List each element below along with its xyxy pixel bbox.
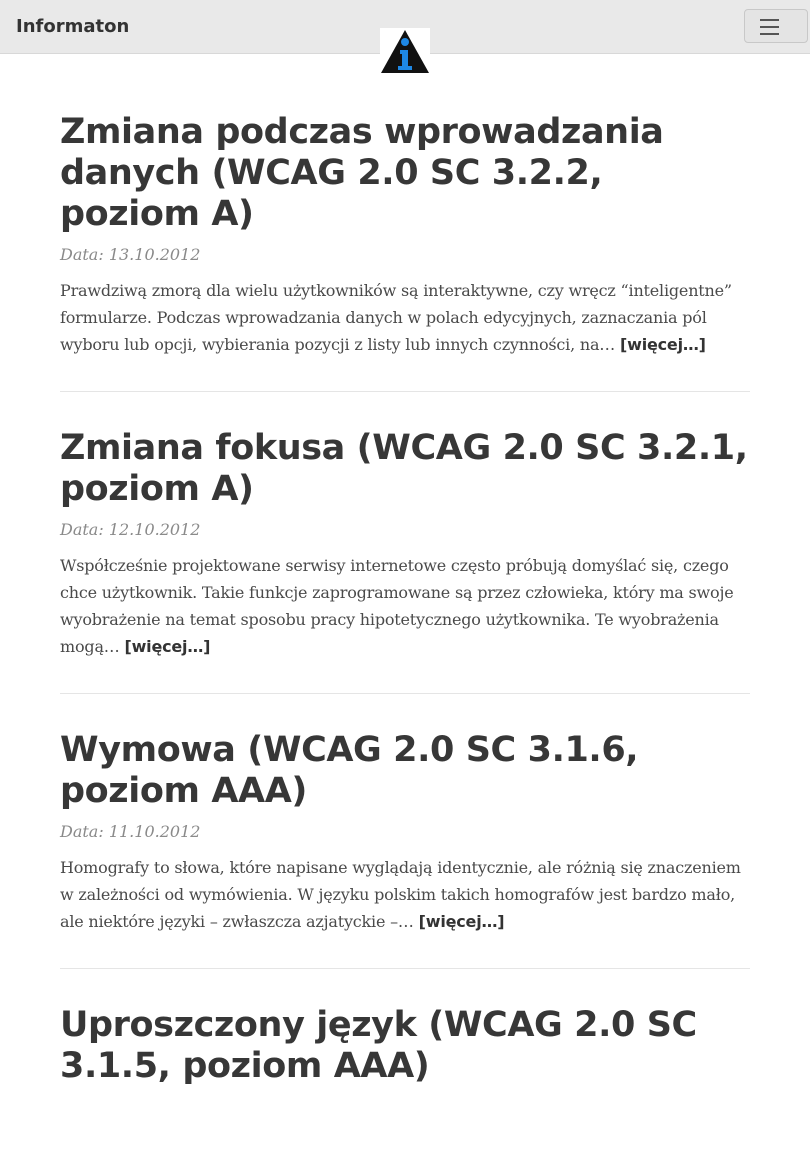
post-date: Data: 11.10.2012 [60, 822, 201, 841]
post-item: Uproszczony język (WCAG 2.0 SC 3.1.5, po… [60, 1005, 750, 1120]
post-excerpt-text: Homografy to słowa, które napisane wyglą… [60, 858, 741, 931]
post-excerpt: Współcześnie projektowane serwisy intern… [60, 552, 750, 660]
top-navbar: Informaton [0, 0, 810, 74]
post-item: Zmiana podczas wprowadzania danych (WCAG… [60, 112, 750, 392]
post-item: Zmiana fokusa (WCAG 2.0 SC 3.2.1, poziom… [60, 428, 750, 694]
hamburger-menu-button[interactable] [744, 9, 808, 43]
hamburger-bar [760, 33, 779, 35]
site-brand-link[interactable]: Informaton [16, 16, 129, 37]
post-title[interactable]: Zmiana fokusa (WCAG 2.0 SC 3.2.1, poziom… [60, 428, 750, 510]
post-date: Data: 13.10.2012 [60, 245, 201, 264]
post-item: Wymowa (WCAG 2.0 SC 3.1.6, poziom AAA) D… [60, 730, 750, 969]
post-title[interactable]: Wymowa (WCAG 2.0 SC 3.1.6, poziom AAA) [60, 730, 750, 812]
post-excerpt: Homografy to słowa, które napisane wyglą… [60, 854, 750, 935]
read-more-link[interactable]: [więcej…] [620, 335, 706, 354]
info-triangle-icon[interactable] [380, 28, 430, 74]
post-title[interactable]: Zmiana podczas wprowadzania danych (WCAG… [60, 112, 750, 235]
hamburger-bar [760, 26, 779, 28]
read-more-link[interactable]: [więcej…] [419, 912, 505, 931]
post-date: Data: 12.10.2012 [60, 520, 201, 539]
post-list: Zmiana podczas wprowadzania danych (WCAG… [60, 112, 750, 1156]
read-more-link[interactable]: [więcej…] [124, 637, 210, 656]
post-title[interactable]: Uproszczony język (WCAG 2.0 SC 3.1.5, po… [60, 1005, 750, 1087]
post-excerpt: Prawdziwą zmorą dla wielu użytkowników s… [60, 277, 750, 358]
hamburger-menu-icon [760, 19, 779, 21]
